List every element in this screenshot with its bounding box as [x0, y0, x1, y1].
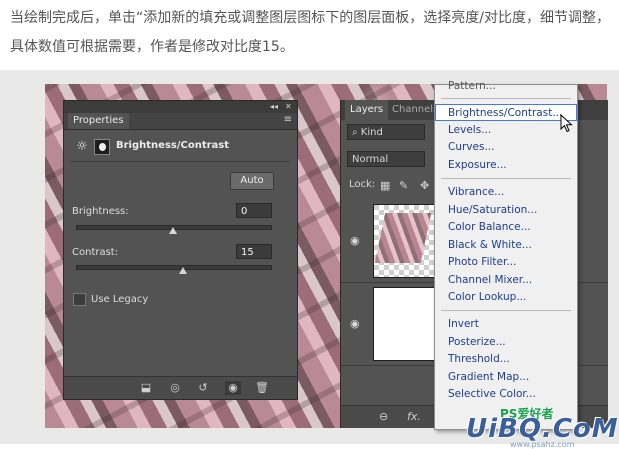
- divider: [69, 161, 291, 162]
- brightness-label: Brightness:: [72, 206, 129, 217]
- menu-item-color-lookup[interactable]: Color Lookup...: [435, 289, 577, 306]
- use-legacy-label: Use Legacy: [91, 294, 149, 305]
- properties-panel: ◂◂ ✕ Properties ≡ ☼ Brightness/Contrast …: [63, 100, 298, 400]
- kind-filter[interactable]: ⌕ Kind: [347, 124, 425, 140]
- adjustment-title: Brightness/Contrast: [116, 140, 230, 151]
- menu-item-vibrance[interactable]: Vibrance...: [435, 184, 577, 201]
- adjustment-menu: Pattern... Brightness/Contrast... Levels…: [434, 80, 578, 430]
- menu-item-posterize[interactable]: Posterize...: [435, 334, 577, 351]
- tab-properties[interactable]: Properties: [68, 113, 129, 129]
- brightness-field[interactable]: 0: [236, 203, 272, 218]
- menu-item-levels[interactable]: Levels...: [435, 122, 577, 139]
- blend-mode-select[interactable]: Normal: [347, 151, 425, 167]
- collapse-icon[interactable]: ◂◂: [270, 101, 278, 113]
- properties-bottom-toolbar: ⬓ ◎ ↺ ◉ 🗑: [64, 376, 297, 399]
- lock-brush-icon[interactable]: ✎: [399, 179, 408, 192]
- view-previous-icon[interactable]: ◎: [167, 381, 183, 395]
- tab-layers[interactable]: Layers: [345, 100, 389, 120]
- menu-item-threshold[interactable]: Threshold...: [435, 351, 577, 368]
- layer-thumbnail: [373, 204, 435, 278]
- panel-tabbar: Properties ≡: [64, 113, 297, 130]
- watermark-url: www.psahz.com: [510, 440, 575, 449]
- panel-menu-icon[interactable]: ≡: [284, 114, 292, 125]
- menu-divider: [441, 178, 571, 179]
- link-icon[interactable]: ⊖: [379, 410, 388, 423]
- menu-divider: [441, 98, 571, 99]
- menu-item-photo-filter[interactable]: Photo Filter...: [435, 254, 577, 271]
- visibility-icon[interactable]: ◉: [225, 381, 241, 395]
- contrast-field[interactable]: 15: [236, 244, 272, 259]
- contrast-slider-thumb[interactable]: [178, 267, 187, 274]
- fx-icon[interactable]: fx.: [407, 410, 421, 423]
- menu-item-gradient-map[interactable]: Gradient Map...: [435, 369, 577, 386]
- menu-item-brightness-contrast[interactable]: Brightness/Contrast...: [435, 104, 577, 121]
- reset-icon[interactable]: ↺: [195, 381, 211, 395]
- eye-icon[interactable]: ◉: [350, 234, 360, 247]
- brightness-slider-thumb[interactable]: [169, 227, 177, 234]
- menu-item-channel-mixer[interactable]: Channel Mixer...: [435, 272, 577, 289]
- lock-label: Lock:: [349, 179, 376, 190]
- kind-label: Kind: [360, 127, 383, 138]
- menu-divider: [441, 310, 571, 311]
- clip-to-layer-icon[interactable]: ⬓: [138, 381, 154, 395]
- contrast-slider-track[interactable]: [76, 265, 272, 270]
- menu-item-hue-saturation[interactable]: Hue/Saturation...: [435, 202, 577, 219]
- article-caption: 当绘制完成后，单击“添加新的填充或调整图层图标下的图层面板，选择亮度/对比度，细…: [10, 10, 610, 55]
- layer-mask-icon[interactable]: [94, 139, 110, 155]
- menu-item-invert[interactable]: Invert: [435, 316, 577, 333]
- menu-item-curves[interactable]: Curves...: [435, 139, 577, 156]
- menu-item-pattern[interactable]: Pattern...: [435, 78, 577, 95]
- close-icon[interactable]: ✕: [285, 101, 292, 113]
- lock-transparent-icon[interactable]: ▦: [380, 179, 390, 192]
- menu-item-exposure[interactable]: Exposure...: [435, 157, 577, 174]
- layer-thumbnail: [373, 287, 435, 361]
- menu-item-color-balance[interactable]: Color Balance...: [435, 219, 577, 236]
- delete-icon[interactable]: 🗑: [254, 381, 270, 395]
- menu-item-black-white[interactable]: Black & White...: [435, 237, 577, 254]
- adjustment-header: ☼ Brightness/Contrast: [74, 137, 284, 157]
- use-legacy-checkbox[interactable]: [73, 293, 86, 306]
- auto-button[interactable]: Auto: [230, 172, 274, 190]
- brightness-contrast-icon: ☼: [76, 139, 88, 154]
- contrast-label: Contrast:: [72, 247, 119, 258]
- lock-move-icon[interactable]: ✥: [420, 179, 429, 192]
- mouse-cursor-icon: [560, 114, 573, 133]
- menu-item-selective-color[interactable]: Selective Color...: [435, 386, 577, 403]
- panel-titlebar[interactable]: ◂◂ ✕: [64, 101, 297, 113]
- eye-icon[interactable]: ◉: [350, 317, 360, 330]
- search-icon: ⌕: [352, 127, 361, 138]
